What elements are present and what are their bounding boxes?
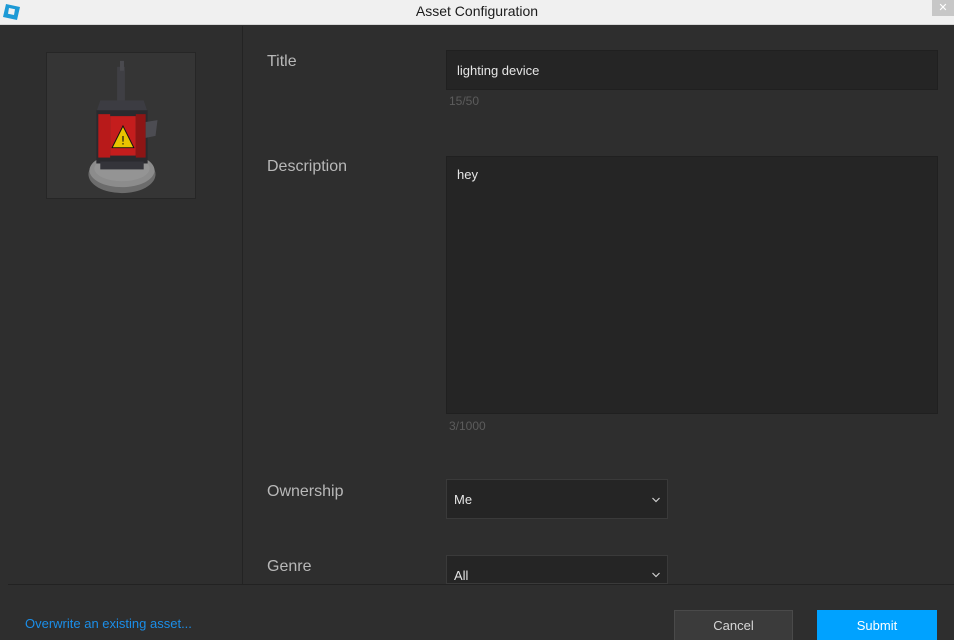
close-icon: ✕ [938,1,948,14]
genre-label: Genre [267,558,312,575]
asset-form: Title 15/50 Description hey 3/1000 Owner… [244,26,954,584]
title-char-counter: 15/50 [449,94,480,108]
svg-text:!: ! [121,134,126,148]
title-bar: Asset Configuration ✕ [0,0,954,25]
asset-preview-image: ! [88,60,158,194]
ownership-label: Ownership [267,483,344,500]
description-textarea[interactable]: hey [446,156,938,414]
ownership-dropdown[interactable]: Me [446,479,668,519]
overwrite-existing-asset-link[interactable]: Overwrite an existing asset... [25,616,192,631]
footer-bar: Overwrite an existing asset... Cancel Su… [0,585,954,640]
description-char-counter: 3/1000 [449,419,486,433]
preview-panel: ! [0,26,243,584]
title-input[interactable] [446,50,938,90]
close-button[interactable]: ✕ [932,0,954,16]
asset-configuration-window: Asset Configuration ✕ ! Title lighting d… [0,0,954,640]
cancel-button[interactable]: Cancel [674,610,793,640]
asset-thumbnail: ! [46,52,196,199]
description-label: Description [267,158,348,175]
title-label: Title [267,53,297,70]
submit-button[interactable]: Submit [817,610,937,640]
chevron-down-icon [652,497,660,503]
chevron-down-icon [652,572,660,578]
window-title: Asset Configuration [415,3,539,19]
genre-dropdown[interactable]: All [446,555,668,584]
ownership-selected-value: Me [454,492,473,507]
genre-selected-value: All [454,568,469,583]
